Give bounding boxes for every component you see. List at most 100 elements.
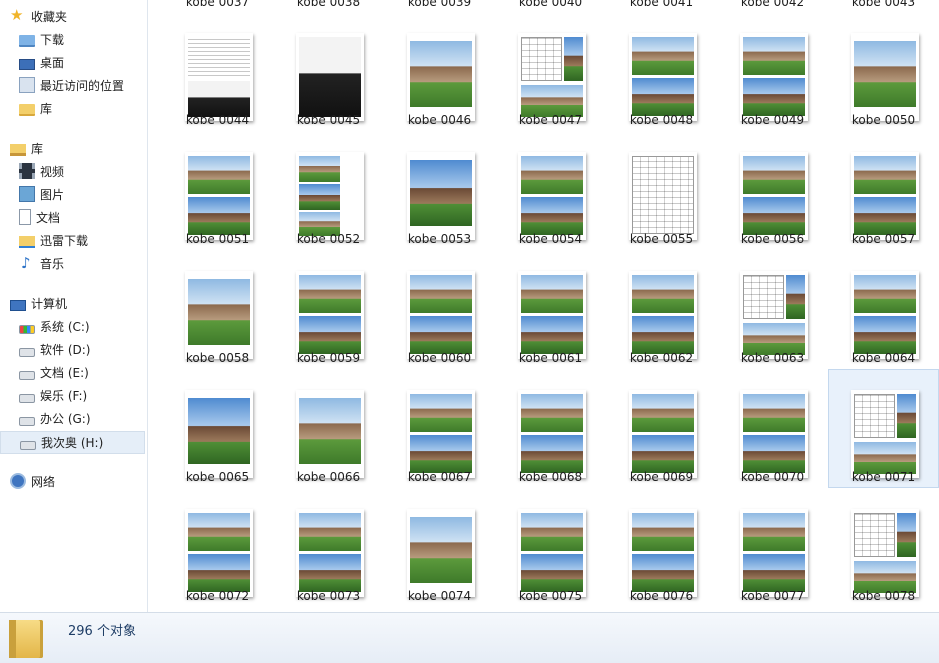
nav-item-label: 我次奥 (H:): [41, 436, 104, 450]
thumbnail-image: [740, 271, 808, 359]
file-item[interactable]: kobe 0057: [828, 131, 939, 250]
file-item[interactable]: kobe 0073: [273, 488, 384, 607]
nav-network[interactable]: 网络: [0, 471, 147, 494]
file-item[interactable]: kobe 0072: [162, 488, 273, 607]
thumbnail-image: [629, 390, 697, 478]
thumbnail-image: [296, 33, 364, 121]
nav-item-label: 桌面: [40, 56, 65, 70]
file-item[interactable]: kobe 0047: [495, 12, 606, 131]
nav-item-label: 系统 (C:): [40, 320, 90, 334]
thunder-download-icon: [19, 236, 35, 248]
file-item[interactable]: kobe 0071: [828, 369, 939, 488]
nav-item-drive-e[interactable]: 文档 (E:): [0, 362, 147, 385]
nav-item-desktop[interactable]: 桌面: [0, 52, 147, 75]
file-item[interactable]: kobe 0055: [606, 131, 717, 250]
nav-item-drive-g[interactable]: 办公 (G:): [0, 408, 147, 431]
file-item[interactable]: kobe 0059: [273, 250, 384, 369]
drive-icon: [19, 371, 35, 380]
file-name: kobe 0052: [296, 232, 361, 246]
file-item[interactable]: kobe 0053: [384, 131, 495, 250]
file-item[interactable]: kobe 0049: [717, 12, 828, 131]
file-name: kobe 0040: [518, 0, 583, 9]
drive-icon: [19, 394, 35, 403]
file-name: kobe 0057: [851, 232, 916, 246]
file-item[interactable]: kobe 0058: [162, 250, 273, 369]
nav-item-drive-h[interactable]: 我次奥 (H:): [0, 431, 145, 454]
file-name: kobe 0060: [407, 351, 472, 365]
nav-item-label: 视频: [40, 165, 65, 179]
nav-item-thunder-downloads[interactable]: 迅雷下载: [0, 230, 147, 253]
file-item[interactable]: kobe 0052: [273, 131, 384, 250]
file-item[interactable]: kobe 0063: [717, 250, 828, 369]
file-item[interactable]: kobe 0066: [273, 369, 384, 488]
documents-library-icon: [19, 209, 31, 225]
file-name: kobe 0069: [629, 470, 694, 484]
file-item[interactable]: kobe 0065: [162, 369, 273, 488]
file-item[interactable]: kobe 0076: [606, 488, 717, 607]
thumbnail-image: [851, 390, 919, 478]
nav-item-label: 文档 (E:): [40, 366, 89, 380]
nav-computer[interactable]: 计算机: [0, 293, 147, 316]
file-item[interactable]: kobe 0075: [495, 488, 606, 607]
file-item[interactable]: kobe 0061: [495, 250, 606, 369]
file-name: kobe 0063: [740, 351, 805, 365]
nav-item-drive-f[interactable]: 娱乐 (F:): [0, 385, 147, 408]
file-name: kobe 0037: [185, 0, 250, 9]
file-name: kobe 0061: [518, 351, 583, 365]
file-item[interactable]: kobe 0056: [717, 131, 828, 250]
file-item[interactable]: kobe 0045: [273, 12, 384, 131]
file-item[interactable]: kobe 0060: [384, 250, 495, 369]
file-item[interactable]: kobe 0050: [828, 12, 939, 131]
nav-item-label: 库: [40, 102, 53, 116]
file-name: kobe 0078: [851, 589, 916, 603]
nav-item-music[interactable]: 音乐: [0, 252, 147, 276]
file-item[interactable]: kobe 0054: [495, 131, 606, 250]
nav-item-downloads[interactable]: 下载: [0, 29, 147, 52]
file-item[interactable]: kobe 0051: [162, 131, 273, 250]
nav-item-videos[interactable]: 视频: [0, 161, 147, 184]
library-folder-icon: [19, 104, 35, 116]
libraries-icon: [10, 144, 26, 156]
nav-libraries-label: 库: [31, 142, 44, 156]
file-name: kobe 0074: [407, 589, 472, 603]
file-item[interactable]: kobe 0046: [384, 12, 495, 131]
thumbnail-image: [629, 509, 697, 597]
nav-favorites-label: 收藏夹: [31, 10, 68, 24]
file-item[interactable]: kobe 0078: [828, 488, 939, 607]
file-name: kobe 0048: [629, 113, 694, 127]
file-item[interactable]: kobe 0070: [717, 369, 828, 488]
nav-favorites[interactable]: 收藏夹: [0, 4, 147, 29]
file-name: kobe 0073: [296, 589, 361, 603]
file-name: kobe 0039: [407, 0, 472, 9]
file-item[interactable]: kobe 0068: [495, 369, 606, 488]
star-icon: [10, 4, 26, 27]
file-item[interactable]: kobe 0048: [606, 12, 717, 131]
pictures-library-icon: [19, 186, 35, 202]
thumbnail-image: [296, 152, 364, 240]
nav-item-label: 迅雷下载: [40, 234, 89, 248]
nav-item-library-fav[interactable]: 库: [0, 98, 147, 121]
file-item[interactable]: kobe 0077: [717, 488, 828, 607]
nav-item-label: 娱乐 (F:): [40, 389, 88, 403]
thumbnail-image: [296, 390, 364, 478]
nav-item-pictures[interactable]: 图片: [0, 184, 147, 207]
thumbnail-image: [518, 390, 586, 478]
file-item[interactable]: kobe 0067: [384, 369, 495, 488]
file-list-view[interactable]: kobe 0037 kobe 0038 kobe 0039 kobe 0040 kobe…: [149, 0, 939, 612]
file-name: kobe 0058: [185, 351, 250, 365]
thumbnail-image: [629, 271, 697, 359]
nav-item-drive-d[interactable]: 软件 (D:): [0, 339, 147, 362]
file-item[interactable]: kobe 0069: [606, 369, 717, 488]
file-item[interactable]: kobe 0062: [606, 250, 717, 369]
file-name: kobe 0056: [740, 232, 805, 246]
file-item[interactable]: kobe 0044: [162, 12, 273, 131]
thumbnail-image: [407, 152, 475, 240]
nav-libraries[interactable]: 库: [0, 138, 147, 161]
nav-item-recent-places[interactable]: 最近访问的位置: [0, 75, 147, 98]
file-item[interactable]: kobe 0074: [384, 488, 495, 607]
file-item[interactable]: kobe 0064: [828, 250, 939, 369]
file-name: kobe 0055: [629, 232, 694, 246]
navigation-pane: 收藏夹 下载 桌面 最近访问的位置 库 库 视频 图片 文档 迅雷下载: [0, 0, 148, 612]
nav-item-drive-c[interactable]: 系统 (C:): [0, 316, 147, 339]
nav-item-documents[interactable]: 文档: [0, 207, 147, 230]
